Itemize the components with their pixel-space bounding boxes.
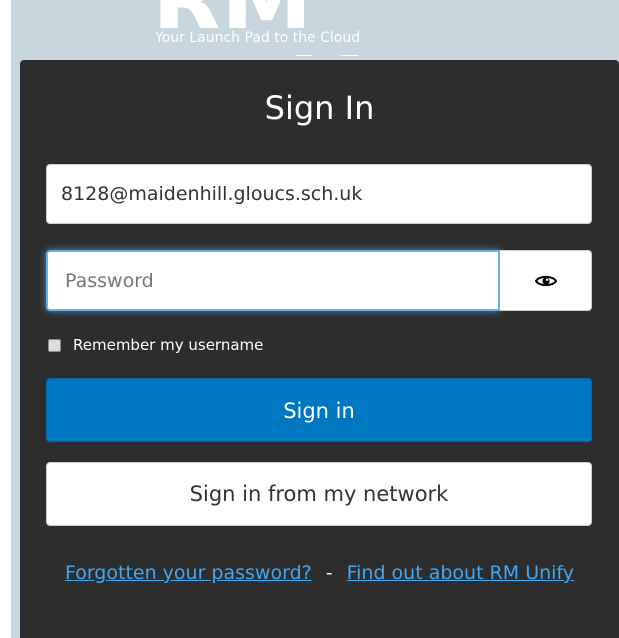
forgot-password-link[interactable]: Forgotten your password? — [65, 562, 312, 584]
remember-username-label: Remember my username — [73, 336, 264, 354]
sign-in-title: Sign In — [264, 89, 375, 127]
network-sign-in-button[interactable]: Sign in from my network — [46, 462, 592, 526]
help-links: Forgotten your password? - Find out about … — [40, 556, 599, 590]
logo: RM Unify Your Launch Pad to the Cloud — [150, 0, 480, 56]
link-separator: - — [325, 562, 333, 584]
remember-username-option[interactable]: Remember my username — [48, 334, 263, 356]
find-out-link[interactable]: Find out about RM Unify — [347, 562, 574, 584]
logo-tagline: Your Launch Pad to the Cloud — [155, 28, 367, 48]
eye-icon — [534, 275, 557, 286]
password-input[interactable] — [46, 250, 500, 311]
remember-username-checkbox[interactable] — [48, 338, 61, 352]
password-group — [46, 250, 592, 311]
sign-in-panel: Sign In Remember my username Sign in Sig… — [20, 60, 619, 638]
sign-in-button[interactable]: Sign in — [46, 378, 592, 442]
show-password-button[interactable] — [500, 250, 592, 311]
username-input[interactable] — [46, 164, 592, 224]
